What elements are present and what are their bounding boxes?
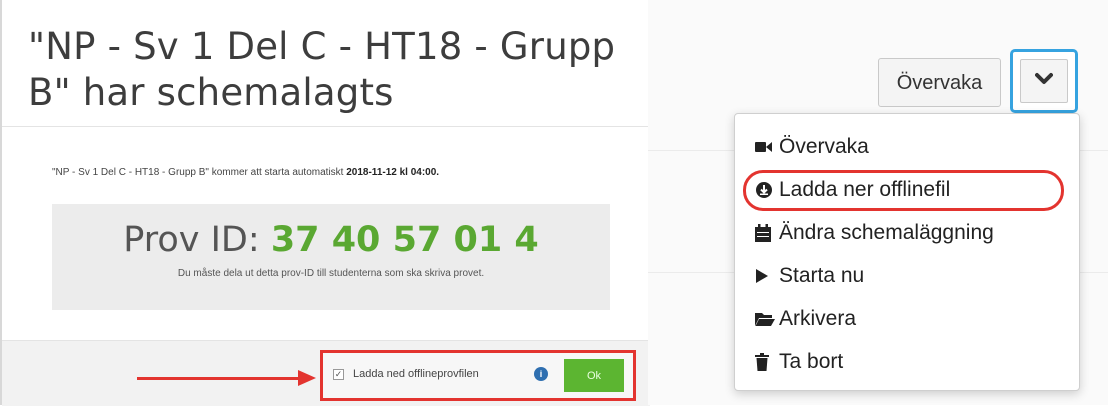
modal-footer: ✓ Ladda ned offlineprovfilen i Ok bbox=[2, 340, 650, 406]
menu-item-monitor[interactable]: Övervaka bbox=[755, 130, 869, 164]
dropdown-toggle-inner[interactable] bbox=[1020, 59, 1068, 103]
menu-item-download-offline[interactable]: Ladda ner offlinefil bbox=[755, 173, 950, 207]
info-icon[interactable]: i bbox=[534, 367, 548, 381]
video-camera-icon bbox=[755, 140, 773, 154]
menu-item-label: Ändra schemaläggning bbox=[779, 221, 994, 244]
actions-dropdown-menu: Övervaka Ladda ner offlinefil Ändra sche… bbox=[734, 113, 1080, 391]
exam-id-line: Prov ID: 37 40 57 01 4 bbox=[52, 218, 610, 262]
menu-item-label: Starta nu bbox=[779, 264, 865, 287]
exam-id-value: 37 40 57 01 4 bbox=[270, 220, 539, 260]
chevron-down-icon bbox=[1035, 73, 1053, 84]
download-offline-checkbox[interactable]: ✓ bbox=[333, 369, 344, 380]
play-icon bbox=[755, 268, 773, 284]
exam-id-label: Prov ID: bbox=[123, 220, 271, 260]
download-circle-icon bbox=[755, 181, 773, 199]
menu-item-delete[interactable]: Ta bort bbox=[755, 345, 843, 379]
scheduled-modal: "NP - Sv 1 Del C - HT18 - Grupp B" har s… bbox=[0, 0, 650, 406]
folder-open-icon bbox=[755, 311, 775, 327]
annotation-highlight-box: ✓ Ladda ned offlineprovfilen i Ok bbox=[320, 350, 636, 401]
title-divider bbox=[2, 126, 650, 127]
menu-item-label: Ladda ner offlinefil bbox=[779, 178, 951, 201]
menu-item-label: Ta bort bbox=[779, 350, 844, 373]
dropdown-toggle-button[interactable] bbox=[1010, 49, 1078, 113]
calendar-icon bbox=[755, 224, 773, 243]
annotation-arrow bbox=[137, 377, 302, 380]
trash-icon bbox=[755, 353, 773, 372]
modal-title: "NP - Sv 1 Del C - HT18 - Grupp B" har s… bbox=[28, 25, 616, 114]
menu-item-label: Övervaka bbox=[779, 135, 869, 158]
schedule-note-text: "NP - Sv 1 Del C - HT18 - Grupp B" komme… bbox=[52, 167, 347, 178]
menu-item-archive[interactable]: Arkivera bbox=[755, 302, 856, 336]
annotation-arrow-head bbox=[298, 370, 316, 386]
monitor-button[interactable]: Övervaka bbox=[878, 58, 1001, 107]
actions-panel: Övervaka Övervaka Ladda ner offlinefil Ä… bbox=[648, 0, 1108, 405]
ok-button[interactable]: Ok bbox=[564, 359, 624, 392]
menu-item-change-schedule[interactable]: Ändra schemaläggning bbox=[755, 216, 994, 250]
exam-id-box: Prov ID: 37 40 57 01 4 Du måste dela ut … bbox=[52, 204, 610, 310]
menu-item-start-now[interactable]: Starta nu bbox=[755, 259, 864, 293]
download-offline-label[interactable]: Ladda ned offlineprovfilen bbox=[353, 368, 479, 380]
schedule-datetime: 2018-11-12 kl 04:00. bbox=[346, 167, 440, 178]
schedule-note: "NP - Sv 1 Del C - HT18 - Grupp B" komme… bbox=[52, 165, 612, 180]
menu-item-label: Arkivera bbox=[779, 307, 857, 330]
exam-id-hint: Du måste dela ut detta prov-ID till stud… bbox=[177, 268, 485, 279]
